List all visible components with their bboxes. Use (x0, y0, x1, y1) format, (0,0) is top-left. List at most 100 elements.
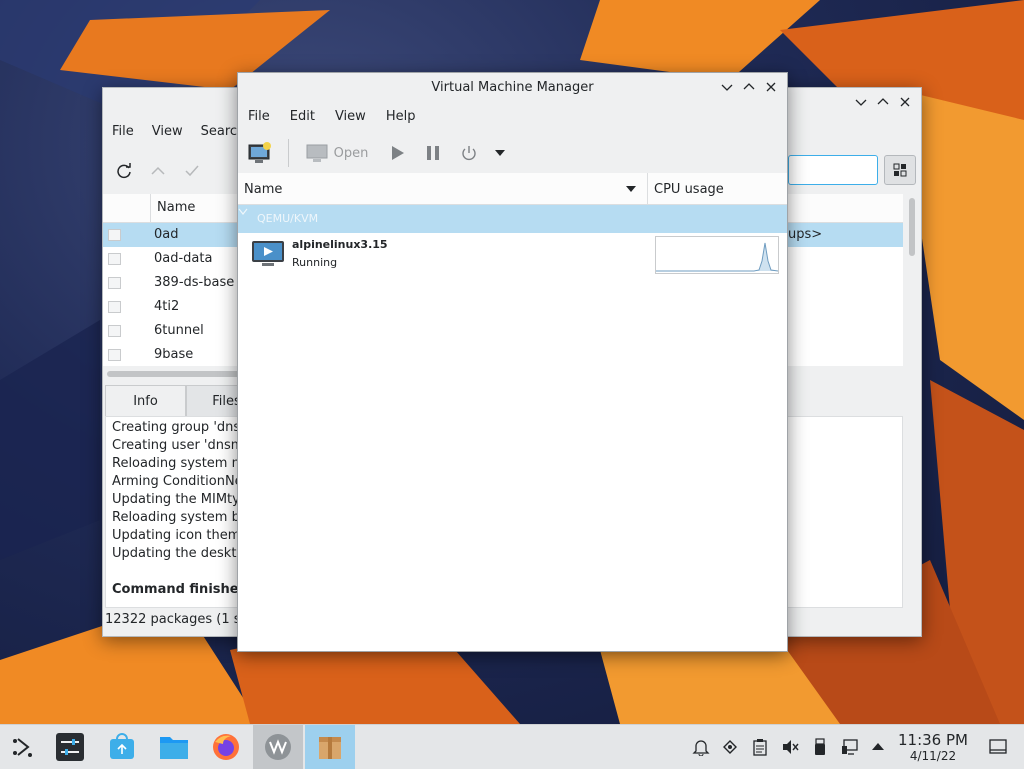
log-line: Arming ConditionNee (112, 474, 251, 489)
connection-row[interactable]: QEMU/KVM (238, 205, 787, 233)
console-icon (306, 144, 328, 162)
app-launcher-button[interactable] (0, 725, 44, 769)
minimize-button[interactable] (851, 92, 871, 112)
shutdown-button[interactable] (451, 138, 487, 168)
cpu-sparkline (656, 242, 779, 272)
system-settings-task[interactable] (45, 725, 95, 769)
log-final-line: Command finished (112, 582, 248, 597)
new-vm-button[interactable] (238, 138, 282, 168)
clipboard-tray[interactable] (750, 737, 770, 757)
shutdown-menu-button[interactable] (487, 138, 513, 168)
clock-date: 4/11/22 (909, 749, 957, 763)
menu-file[interactable]: File (238, 104, 280, 130)
chevron-up-icon (877, 98, 889, 105)
discover-icon (110, 733, 134, 759)
tray-expander[interactable] (868, 737, 888, 757)
bell-icon (692, 740, 710, 756)
show-desktop-button[interactable] (988, 737, 1008, 757)
chevron-up-icon (743, 83, 755, 90)
firefox-task[interactable] (201, 725, 251, 769)
caret-down-icon (495, 150, 505, 156)
log-line: Reloading system ma (112, 456, 253, 471)
package-checkbox[interactable] (108, 301, 121, 313)
maximize-button[interactable] (739, 77, 759, 97)
tab-info[interactable]: Info (105, 385, 186, 417)
package-name: 9base (154, 347, 194, 362)
kde-connect-tray[interactable] (720, 737, 740, 757)
triangle-up-icon (872, 743, 884, 750)
status-bar: 12322 packages (1 sel (105, 612, 253, 627)
close-icon (900, 97, 910, 107)
folder-icon (160, 737, 188, 759)
log-line: Creating group 'dnsm (112, 420, 253, 435)
virt-manager-window: Virtual Machine Manager File Edit View H… (237, 72, 788, 652)
package-name: 0ad-data (154, 251, 213, 266)
notifications-tray[interactable] (691, 737, 711, 757)
discover-task[interactable] (97, 725, 147, 769)
cpu-usage-graph (655, 236, 779, 274)
package-manager-task[interactable] (305, 725, 355, 769)
run-button[interactable] (379, 138, 415, 168)
virt-manager-task[interactable] (253, 725, 303, 769)
pause-button[interactable] (415, 138, 451, 168)
vm-list-header: Name CPU usage (238, 173, 787, 205)
maximize-button[interactable] (873, 92, 893, 112)
chevron-up-icon (151, 166, 165, 175)
package-checkbox[interactable] (108, 349, 121, 361)
upgrade-button[interactable] (145, 158, 171, 184)
column-name-header[interactable]: Name (157, 200, 195, 215)
menu-view[interactable]: View (325, 104, 376, 130)
usb-drive-icon (815, 738, 825, 755)
toolbar: Open (238, 135, 787, 171)
taskbar: 11:36 PM 4/11/22 (0, 724, 1024, 769)
vm-state: Running (292, 256, 338, 269)
network-tray[interactable] (840, 737, 860, 757)
search-input[interactable] (788, 155, 878, 185)
column-cpu-header[interactable]: CPU usage (654, 182, 724, 197)
toolbar-separator (288, 139, 289, 167)
network-wired-icon (842, 739, 858, 755)
close-icon (766, 82, 776, 92)
chevron-down-icon (721, 84, 733, 91)
package-group: ups> (788, 227, 823, 242)
file-manager-task[interactable] (149, 725, 199, 769)
view-mode-button[interactable] (884, 155, 916, 185)
package-checkbox[interactable] (108, 277, 121, 289)
horizontal-scrollbar[interactable] (107, 371, 247, 377)
vertical-scrollbar[interactable] (909, 198, 915, 256)
volume-tray[interactable] (780, 737, 800, 757)
minimize-button[interactable] (717, 77, 737, 97)
vm-row[interactable]: alpinelinux3.15 Running (238, 235, 787, 275)
usb-devices-tray[interactable] (810, 737, 830, 757)
package-checkbox[interactable] (108, 253, 121, 265)
window-controls (717, 73, 781, 101)
package-name: 6tunnel (154, 323, 204, 338)
bg-toolbar (111, 158, 205, 184)
close-button[interactable] (895, 92, 915, 112)
bg-window-controls (851, 88, 915, 116)
launcher-icon (13, 738, 32, 757)
volume-muted-icon (783, 740, 799, 754)
open-button[interactable]: Open (295, 138, 379, 168)
pause-icon (427, 146, 439, 160)
menu-view[interactable]: View (143, 119, 192, 145)
package-name: 0ad (154, 227, 179, 242)
menu-file[interactable]: File (103, 119, 143, 145)
menu-help[interactable]: Help (376, 104, 426, 130)
connection-label: QEMU/KVM (257, 212, 319, 225)
header-separator (150, 194, 151, 222)
menu-edit[interactable]: Edit (280, 104, 325, 130)
sort-down-icon[interactable] (626, 185, 636, 193)
package-checkbox[interactable] (108, 325, 121, 337)
chevron-down-icon[interactable] (238, 208, 248, 216)
log-line: Reloading system bu (112, 510, 249, 525)
show-desktop-icon (989, 739, 1007, 754)
apply-button[interactable] (179, 158, 205, 184)
package-checkbox[interactable] (108, 229, 121, 241)
close-button[interactable] (761, 77, 781, 97)
clock[interactable]: 11:36 PM 4/11/22 (893, 732, 973, 764)
refresh-button[interactable] (111, 158, 137, 184)
settings-icon (56, 733, 84, 761)
refresh-icon (117, 163, 131, 179)
column-name-header[interactable]: Name (244, 182, 282, 197)
